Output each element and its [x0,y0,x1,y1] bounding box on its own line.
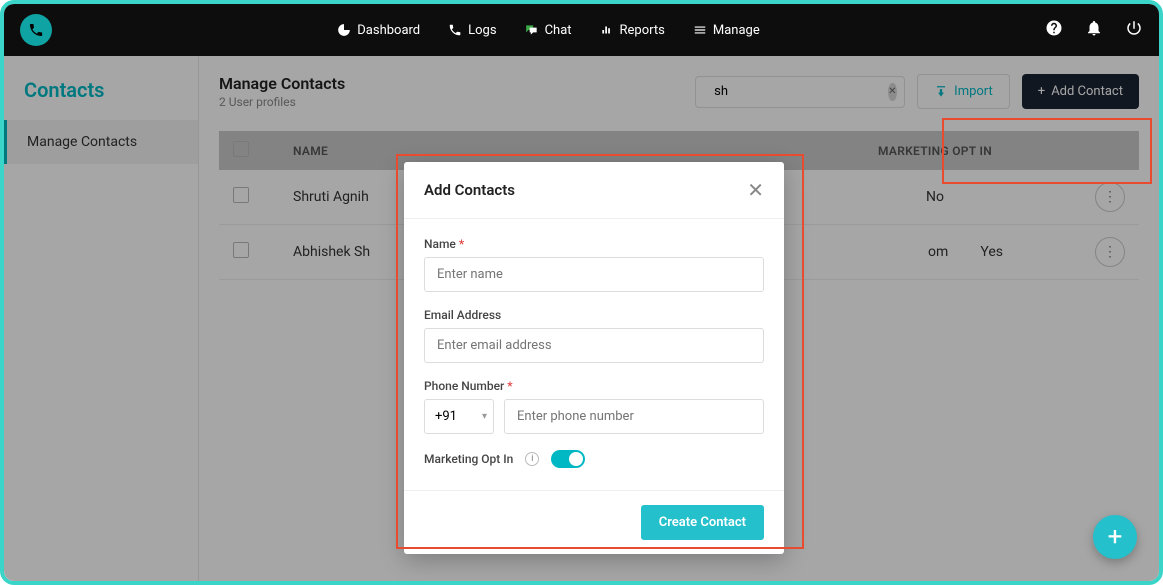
sidebar: Contacts Manage Contacts [4,56,199,581]
search-box[interactable]: ✕ [695,76,905,108]
row-checkbox[interactable] [233,187,249,203]
nav-reports[interactable]: Reports [600,23,665,38]
row-actions-icon[interactable]: ⋮ [1095,182,1125,212]
download-icon [934,85,948,99]
chat-icon [525,23,539,37]
phone-label: Phone Number * [424,379,764,393]
sidebar-title: Contacts [4,56,198,120]
menu-icon [693,23,707,37]
pie-icon [337,23,351,37]
plus-icon: + [1038,84,1045,99]
fab-add[interactable]: + [1093,515,1137,559]
bar-chart-icon [600,23,614,37]
nav-chat-label: Chat [545,23,572,38]
sidebar-item-label: Manage Contacts [27,134,137,150]
page-heading: Manage Contacts [219,74,683,93]
add-contact-button[interactable]: + Add Contact [1022,74,1139,109]
nav-manage-label: Manage [713,23,760,38]
email-input[interactable] [424,328,764,363]
content-wrap: Contacts Manage Contacts Manage Contacts… [4,56,1159,581]
column-name: NAME [283,144,815,158]
add-contact-label: Add Contact [1051,84,1123,99]
create-contact-label: Create Contact [659,515,746,530]
phone-input[interactable] [504,399,764,434]
modal-footer: Create Contact [404,490,784,554]
clear-search-icon[interactable]: ✕ [888,83,896,101]
cell-optin: No [815,189,1055,205]
row-actions-icon[interactable]: ⋮ [1095,237,1125,267]
phone-icon [28,22,44,38]
required-star: * [507,379,512,393]
name-label: Name * [424,237,764,251]
plus-icon: + [1108,522,1123,552]
nav-manage[interactable]: Manage [693,23,760,38]
create-contact-button[interactable]: Create Contact [641,505,764,540]
modal-body: Name * Email Address Phone Number * +91 … [404,219,784,490]
add-contact-modal: Add Contacts ✕ Name * Email Address Phon… [404,162,784,554]
power-icon[interactable] [1125,19,1143,41]
import-button[interactable]: Import [917,74,1010,109]
brand-logo[interactable] [20,14,52,46]
search-input[interactable] [714,84,880,99]
topbar-right-icons [1045,19,1143,41]
phone-icon [448,23,462,37]
optin-label: Marketing Opt In [424,452,513,466]
row-checkbox[interactable] [233,242,249,258]
select-all-checkbox[interactable] [233,141,249,157]
nav-logs-label: Logs [468,23,496,38]
main-nav: Dashboard Logs Chat Reports Manage [52,23,1045,38]
sidebar-item-manage-contacts[interactable]: Manage Contacts [4,120,198,164]
cell-email-fragment: om [838,244,948,260]
main-header: Manage Contacts 2 User profiles ✕ Import… [219,56,1139,119]
name-input[interactable] [424,257,764,292]
nav-dashboard[interactable]: Dashboard [337,23,420,38]
optin-toggle[interactable] [551,450,585,468]
modal-header: Add Contacts ✕ [404,162,784,219]
app-frame: Dashboard Logs Chat Reports Manage [0,0,1163,585]
page-subheading: 2 User profiles [219,95,683,109]
nav-reports-label: Reports [620,23,665,38]
import-label: Import [954,84,993,99]
country-code-select[interactable]: +91 ▾ [424,399,494,434]
topbar: Dashboard Logs Chat Reports Manage [4,4,1159,56]
column-optin: MARKETING OPT IN [815,144,1055,158]
nav-chat[interactable]: Chat [525,23,572,38]
nav-logs[interactable]: Logs [448,23,496,38]
info-icon[interactable]: i [525,452,539,466]
chevron-down-icon: ▾ [482,411,487,422]
cell-optin: om Yes [815,244,1055,260]
bell-icon[interactable] [1085,19,1103,41]
email-label: Email Address [424,308,764,322]
nav-dashboard-label: Dashboard [357,23,420,38]
modal-title: Add Contacts [424,181,515,199]
close-icon[interactable]: ✕ [747,178,764,202]
country-code-value: +91 [435,409,457,424]
page-title-block: Manage Contacts 2 User profiles [219,74,683,109]
help-icon[interactable] [1045,19,1063,41]
required-star: * [459,237,464,251]
